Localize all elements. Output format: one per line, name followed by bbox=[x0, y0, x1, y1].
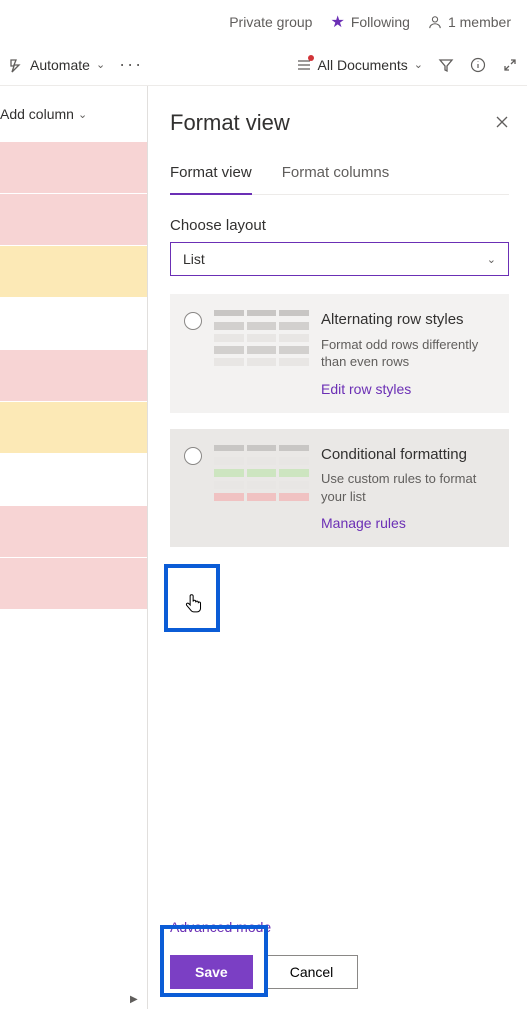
cancel-button[interactable]: Cancel bbox=[265, 955, 359, 989]
layout-dropdown[interactable]: List ⌄ bbox=[170, 242, 509, 276]
save-button[interactable]: Save bbox=[170, 955, 253, 989]
expand-icon bbox=[502, 57, 518, 73]
option-desc: Use custom rules to format your list bbox=[321, 470, 495, 505]
close-icon bbox=[495, 115, 509, 129]
notification-dot-icon bbox=[308, 55, 314, 61]
option-alternating-rows[interactable]: Alternating row styles Format odd rows d… bbox=[170, 294, 509, 413]
automate-button[interactable]: Automate ⌄ bbox=[8, 57, 105, 73]
list-row[interactable] bbox=[0, 194, 147, 246]
layout-value: List bbox=[183, 251, 205, 267]
following-button[interactable]: ★ Following bbox=[330, 12, 409, 32]
person-icon bbox=[428, 15, 442, 29]
advanced-mode-link[interactable]: Advanced mode bbox=[170, 919, 509, 935]
chevron-down-icon: ⌄ bbox=[487, 253, 496, 266]
info-icon bbox=[470, 57, 486, 73]
option-conditional-formatting[interactable]: Conditional formatting Use custom rules … bbox=[170, 429, 509, 548]
chevron-down-icon: ⌄ bbox=[96, 58, 105, 71]
member-count: 1 member bbox=[448, 14, 511, 30]
radio-conditional[interactable] bbox=[184, 447, 202, 465]
automate-label: Automate bbox=[30, 57, 90, 73]
list-row[interactable] bbox=[0, 506, 147, 558]
panel-title: Format view bbox=[170, 110, 290, 136]
option-desc: Format odd rows differently than even ro… bbox=[321, 336, 495, 371]
thumbnail-alternating bbox=[214, 310, 309, 370]
add-column-button[interactable]: Add column ⌄ bbox=[0, 86, 147, 142]
group-type-label: Private group bbox=[229, 14, 312, 30]
filter-icon bbox=[438, 57, 454, 73]
choose-layout-label: Choose layout bbox=[170, 217, 509, 234]
star-icon: ★ bbox=[330, 12, 344, 32]
scroll-right-icon[interactable]: ▶ bbox=[130, 994, 138, 1005]
thumbnail-conditional bbox=[214, 445, 309, 505]
list-row[interactable] bbox=[0, 402, 147, 454]
list-row[interactable] bbox=[0, 298, 147, 350]
manage-rules-link[interactable]: Manage rules bbox=[321, 515, 495, 531]
cursor-hand-icon bbox=[183, 593, 205, 617]
radio-alternating[interactable] bbox=[184, 312, 202, 330]
list-row[interactable] bbox=[0, 558, 147, 610]
members-button[interactable]: 1 member bbox=[428, 14, 511, 30]
tab-format-view[interactable]: Format view bbox=[170, 164, 252, 195]
list-row[interactable] bbox=[0, 142, 147, 194]
following-label: Following bbox=[351, 14, 410, 30]
more-actions-button[interactable]: ··· bbox=[119, 54, 143, 75]
views-label: All Documents bbox=[318, 57, 408, 73]
option-title: Conditional formatting bbox=[321, 445, 495, 465]
tab-format-columns[interactable]: Format columns bbox=[282, 164, 390, 194]
expand-button[interactable] bbox=[501, 56, 519, 74]
list-row[interactable] bbox=[0, 246, 147, 298]
list-row[interactable] bbox=[0, 610, 147, 662]
filter-button[interactable] bbox=[437, 56, 455, 74]
chevron-down-icon: ⌄ bbox=[78, 108, 87, 121]
list-row[interactable] bbox=[0, 454, 147, 506]
chevron-down-icon: ⌄ bbox=[414, 58, 423, 71]
option-title: Alternating row styles bbox=[321, 310, 495, 330]
flow-icon bbox=[8, 57, 24, 73]
views-selector[interactable]: All Documents ⌄ bbox=[296, 57, 423, 73]
close-panel-button[interactable] bbox=[495, 113, 509, 134]
info-button[interactable] bbox=[469, 56, 487, 74]
edit-row-styles-link[interactable]: Edit row styles bbox=[321, 381, 495, 397]
add-column-label: Add column bbox=[0, 106, 74, 122]
list-row[interactable] bbox=[0, 350, 147, 402]
